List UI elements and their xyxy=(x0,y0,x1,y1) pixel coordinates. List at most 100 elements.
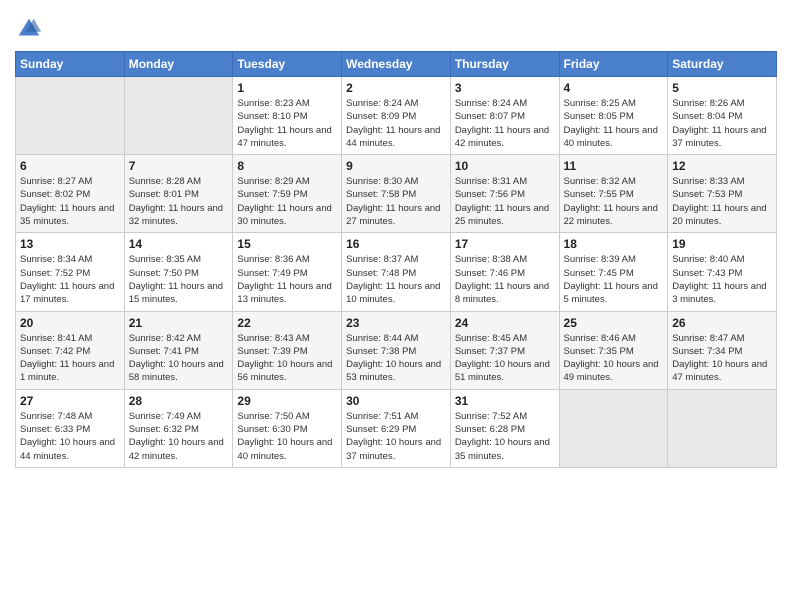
day-number: 27 xyxy=(20,394,120,408)
day-info: Sunrise: 8:41 AM Sunset: 7:42 PM Dayligh… xyxy=(20,332,120,385)
day-number: 20 xyxy=(20,316,120,330)
calendar-cell: 30Sunrise: 7:51 AM Sunset: 6:29 PM Dayli… xyxy=(342,389,451,467)
calendar-cell xyxy=(16,77,125,155)
calendar-cell: 2 Sunrise: 8:24 AM Sunset: 8:09 PM Daylig… xyxy=(342,77,451,155)
day-number: 23 xyxy=(346,316,446,330)
calendar-table: SundayMondayTuesdayWednesdayThursdayFrid… xyxy=(15,51,777,468)
day-info: Sunrise: 8:31 AM Sunset: 7:56 PM Dayligh… xyxy=(455,175,555,228)
calendar-cell: 4Sunrise: 8:25 AM Sunset: 8:05 PM Daylig… xyxy=(559,77,668,155)
day-info: Sunrise: 7:48 AM Sunset: 6:33 PM Dayligh… xyxy=(20,410,120,463)
day-number: 6 xyxy=(20,159,120,173)
calendar-cell: 21 Sunrise: 8:42 AM Sunset: 7:41 PM Dayli… xyxy=(124,311,233,389)
day-number: 13 xyxy=(20,237,120,251)
weekday-header-sunday: Sunday xyxy=(16,52,125,77)
day-number: 24 xyxy=(455,316,555,330)
day-number: 1 xyxy=(237,81,337,95)
calendar-cell: 15 Sunrise: 8:36 AM Sunset: 7:49 PM Dayli… xyxy=(233,233,342,311)
day-number: 25 xyxy=(564,316,664,330)
day-number: 21 xyxy=(129,316,229,330)
day-info: Sunrise: 8:44 AM Sunset: 7:38 PM Dayligh… xyxy=(346,332,446,385)
calendar-cell: 18 Sunrise: 8:39 AM Sunset: 7:45 PM Dayli… xyxy=(559,233,668,311)
day-number: 19 xyxy=(672,237,772,251)
day-number: 11 xyxy=(564,159,664,173)
calendar-cell xyxy=(668,389,777,467)
day-info: Sunrise: 8:23 AM Sunset: 8:10 PM Dayligh… xyxy=(237,97,337,150)
day-info: Sunrise: 8:34 AM Sunset: 7:52 PM Dayligh… xyxy=(20,253,120,306)
day-info: Sunrise: 8:24 AM Sunset: 8:09 PM Dayligh… xyxy=(346,97,446,150)
calendar-cell: 6 Sunrise: 8:27 AM Sunset: 8:02 PM Daylig… xyxy=(16,155,125,233)
day-number: 2 xyxy=(346,81,446,95)
weekday-header-monday: Monday xyxy=(124,52,233,77)
calendar-cell: 26Sunrise: 8:47 AM Sunset: 7:34 PM Dayli… xyxy=(668,311,777,389)
calendar-week-row: 6 Sunrise: 8:27 AM Sunset: 8:02 PM Daylig… xyxy=(16,155,777,233)
day-number: 16 xyxy=(346,237,446,251)
day-info: Sunrise: 8:36 AM Sunset: 7:49 PM Dayligh… xyxy=(237,253,337,306)
weekday-header-thursday: Thursday xyxy=(450,52,559,77)
day-info: Sunrise: 7:50 AM Sunset: 6:30 PM Dayligh… xyxy=(237,410,337,463)
calendar-cell: 24Sunrise: 8:45 AM Sunset: 7:37 PM Dayli… xyxy=(450,311,559,389)
calendar-cell: 8 Sunrise: 8:29 AM Sunset: 7:59 PM Daylig… xyxy=(233,155,342,233)
weekday-header-friday: Friday xyxy=(559,52,668,77)
day-number: 4 xyxy=(564,81,664,95)
calendar-cell: 9 Sunrise: 8:30 AM Sunset: 7:58 PM Daylig… xyxy=(342,155,451,233)
day-number: 15 xyxy=(237,237,337,251)
day-info: Sunrise: 8:32 AM Sunset: 7:55 PM Dayligh… xyxy=(564,175,664,228)
calendar-cell: 27 Sunrise: 7:48 AM Sunset: 6:33 PM Dayli… xyxy=(16,389,125,467)
calendar-week-row: 13 Sunrise: 8:34 AM Sunset: 7:52 PM Dayli… xyxy=(16,233,777,311)
day-number: 3 xyxy=(455,81,555,95)
day-info: Sunrise: 8:37 AM Sunset: 7:48 PM Dayligh… xyxy=(346,253,446,306)
day-info: Sunrise: 8:30 AM Sunset: 7:58 PM Dayligh… xyxy=(346,175,446,228)
logo xyxy=(15,15,47,43)
day-number: 29 xyxy=(237,394,337,408)
calendar-week-row: 20 Sunrise: 8:41 AM Sunset: 7:42 PM Dayli… xyxy=(16,311,777,389)
calendar-cell: 23 Sunrise: 8:44 AM Sunset: 7:38 PM Dayli… xyxy=(342,311,451,389)
day-number: 28 xyxy=(129,394,229,408)
calendar-cell: 1 Sunrise: 8:23 AM Sunset: 8:10 PM Daylig… xyxy=(233,77,342,155)
calendar-cell: 29 Sunrise: 7:50 AM Sunset: 6:30 PM Dayli… xyxy=(233,389,342,467)
day-info: Sunrise: 7:51 AM Sunset: 6:29 PM Dayligh… xyxy=(346,410,446,463)
calendar-cell: 28 Sunrise: 7:49 AM Sunset: 6:32 PM Dayli… xyxy=(124,389,233,467)
calendar-cell: 10 Sunrise: 8:31 AM Sunset: 7:56 PM Dayli… xyxy=(450,155,559,233)
page-header xyxy=(15,15,777,43)
calendar-cell: 16 Sunrise: 8:37 AM Sunset: 7:48 PM Dayli… xyxy=(342,233,451,311)
day-number: 31 xyxy=(455,394,555,408)
day-info: Sunrise: 8:26 AM Sunset: 8:04 PM Dayligh… xyxy=(672,97,772,150)
day-info: Sunrise: 7:49 AM Sunset: 6:32 PM Dayligh… xyxy=(129,410,229,463)
day-info: Sunrise: 8:42 AM Sunset: 7:41 PM Dayligh… xyxy=(129,332,229,385)
day-number: 12 xyxy=(672,159,772,173)
calendar-cell: 3 Sunrise: 8:24 AM Sunset: 8:07 PM Daylig… xyxy=(450,77,559,155)
day-info: Sunrise: 8:39 AM Sunset: 7:45 PM Dayligh… xyxy=(564,253,664,306)
day-number: 10 xyxy=(455,159,555,173)
day-info: Sunrise: 8:43 AM Sunset: 7:39 PM Dayligh… xyxy=(237,332,337,385)
day-info: Sunrise: 8:47 AM Sunset: 7:34 PM Dayligh… xyxy=(672,332,772,385)
calendar-cell xyxy=(559,389,668,467)
day-info: Sunrise: 7:52 AM Sunset: 6:28 PM Dayligh… xyxy=(455,410,555,463)
day-number: 8 xyxy=(237,159,337,173)
day-info: Sunrise: 8:29 AM Sunset: 7:59 PM Dayligh… xyxy=(237,175,337,228)
calendar-cell: 7 Sunrise: 8:28 AM Sunset: 8:01 PM Daylig… xyxy=(124,155,233,233)
day-info: Sunrise: 8:35 AM Sunset: 7:50 PM Dayligh… xyxy=(129,253,229,306)
day-info: Sunrise: 8:46 AM Sunset: 7:35 PM Dayligh… xyxy=(564,332,664,385)
day-info: Sunrise: 8:27 AM Sunset: 8:02 PM Dayligh… xyxy=(20,175,120,228)
calendar-cell: 11 Sunrise: 8:32 AM Sunset: 7:55 PM Dayli… xyxy=(559,155,668,233)
calendar-week-row: 1 Sunrise: 8:23 AM Sunset: 8:10 PM Daylig… xyxy=(16,77,777,155)
weekday-header-row: SundayMondayTuesdayWednesdayThursdayFrid… xyxy=(16,52,777,77)
day-info: Sunrise: 8:38 AM Sunset: 7:46 PM Dayligh… xyxy=(455,253,555,306)
day-number: 7 xyxy=(129,159,229,173)
calendar-cell: 19Sunrise: 8:40 AM Sunset: 7:43 PM Dayli… xyxy=(668,233,777,311)
day-number: 17 xyxy=(455,237,555,251)
calendar-cell xyxy=(124,77,233,155)
day-info: Sunrise: 8:24 AM Sunset: 8:07 PM Dayligh… xyxy=(455,97,555,150)
weekday-header-wednesday: Wednesday xyxy=(342,52,451,77)
calendar-body: 1 Sunrise: 8:23 AM Sunset: 8:10 PM Daylig… xyxy=(16,77,777,468)
day-info: Sunrise: 8:28 AM Sunset: 8:01 PM Dayligh… xyxy=(129,175,229,228)
day-number: 14 xyxy=(129,237,229,251)
calendar-cell: 13 Sunrise: 8:34 AM Sunset: 7:52 PM Dayli… xyxy=(16,233,125,311)
day-info: Sunrise: 8:33 AM Sunset: 7:53 PM Dayligh… xyxy=(672,175,772,228)
day-number: 9 xyxy=(346,159,446,173)
day-number: 18 xyxy=(564,237,664,251)
calendar-cell: 14 Sunrise: 8:35 AM Sunset: 7:50 PM Dayli… xyxy=(124,233,233,311)
day-number: 22 xyxy=(237,316,337,330)
calendar-cell: 17 Sunrise: 8:38 AM Sunset: 7:46 PM Dayli… xyxy=(450,233,559,311)
calendar-cell: 12 Sunrise: 8:33 AM Sunset: 7:53 PM Dayli… xyxy=(668,155,777,233)
